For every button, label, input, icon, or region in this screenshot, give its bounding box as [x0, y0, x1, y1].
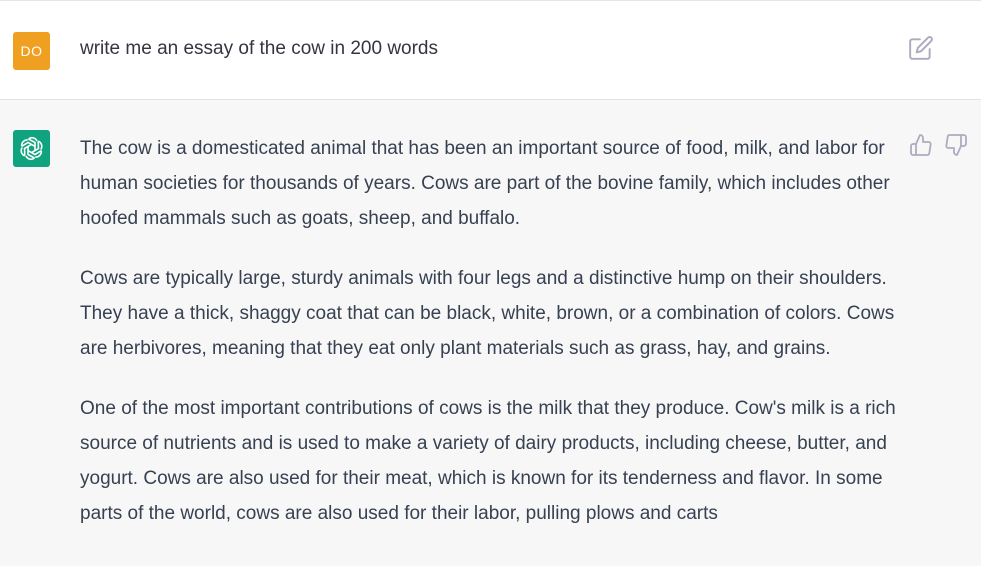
- thumbs-down-icon: [945, 134, 967, 156]
- assistant-message-text: The cow is a domesticated animal that ha…: [80, 131, 910, 556]
- assistant-message-row: The cow is a domesticated animal that ha…: [0, 100, 981, 566]
- user-message-text: write me an essay of the cow in 200 word…: [80, 38, 439, 59]
- edit-message-button[interactable]: [908, 35, 934, 61]
- assistant-paragraph-3: One of the most important contributions …: [80, 398, 896, 524]
- thumbs-up-button[interactable]: [909, 133, 933, 157]
- edit-icon: [909, 36, 933, 60]
- thumbs-up-icon: [910, 134, 932, 156]
- assistant-paragraph-2: Cows are typically large, sturdy animals…: [80, 268, 895, 359]
- user-avatar: DO: [13, 32, 50, 70]
- assistant-paragraph-1: The cow is a domesticated animal that ha…: [80, 138, 890, 229]
- user-message-row: DO write me an essay of the cow in 200 w…: [0, 1, 981, 100]
- assistant-avatar: [13, 130, 50, 167]
- thumbs-down-button[interactable]: [944, 133, 968, 157]
- openai-logo-icon: [20, 136, 43, 161]
